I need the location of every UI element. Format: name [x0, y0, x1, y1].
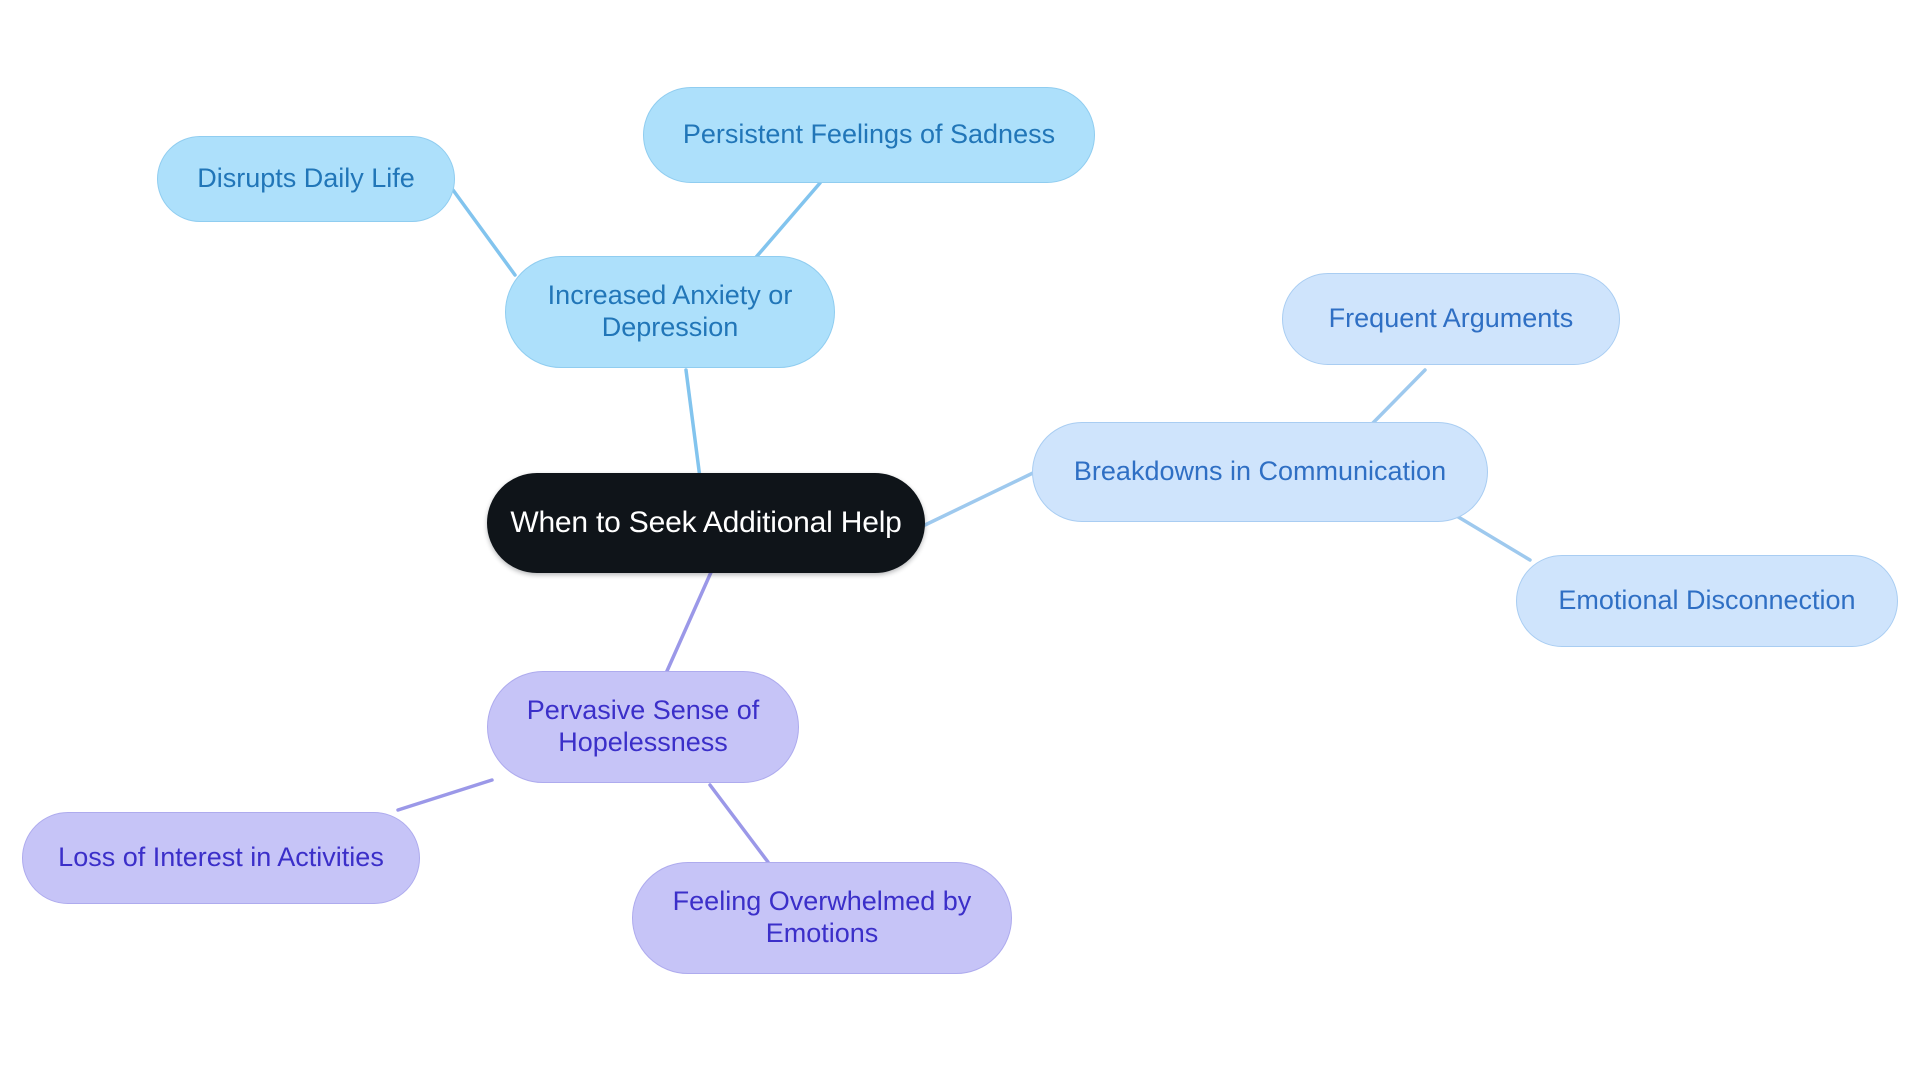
- mindmap-node-increased-anxiety-or-depression-label: Increased Anxiety or Depression: [547, 280, 793, 342]
- mindmap-node-disrupts-daily-life[interactable]: Disrupts Daily Life: [157, 136, 455, 222]
- mindmap-node-persistent-feelings-of-sadness-label: Persistent Feelings of Sadness: [682, 119, 1056, 150]
- mindmap-node-root-label: When to Seek Additional Help: [510, 506, 902, 540]
- mindmap-node-persistent-feelings-of-sadness[interactable]: Persistent Feelings of Sadness: [643, 87, 1095, 183]
- mindmap-node-loss-of-interest-in-activities[interactable]: Loss of Interest in Activities: [22, 812, 420, 904]
- edge-hopelessness-to-feeling-overwhelmed: [708, 783, 770, 864]
- mindmap-node-pervasive-sense-of-hopelessness[interactable]: Pervasive Sense of Hopelessness: [487, 671, 799, 783]
- mindmap-node-feeling-overwhelmed-by-emotions[interactable]: Feeling Overwhelmed by Emotions: [632, 862, 1012, 974]
- mindmap-node-breakdowns-in-communication[interactable]: Breakdowns in Communication: [1032, 422, 1488, 522]
- mindmap-canvas: When to Seek Additional Help Increased A…: [0, 0, 1920, 1083]
- mindmap-node-increased-anxiety-or-depression[interactable]: Increased Anxiety or Depression: [505, 256, 835, 368]
- mindmap-node-root[interactable]: When to Seek Additional Help: [487, 473, 925, 573]
- edge-root-to-anxiety: [684, 368, 702, 480]
- mindmap-node-loss-of-interest-in-activities-label: Loss of Interest in Activities: [58, 842, 384, 873]
- edge-hopelessness-to-loss-of-interest: [396, 778, 494, 812]
- mindmap-node-emotional-disconnection-label: Emotional Disconnection: [1558, 585, 1856, 616]
- mindmap-node-feeling-overwhelmed-by-emotions-label: Feeling Overwhelmed by Emotions: [672, 886, 972, 948]
- edge-root-to-hopelessness: [661, 568, 714, 682]
- edge-anxiety-to-disrupts-daily-life: [451, 188, 517, 277]
- mindmap-node-emotional-disconnection[interactable]: Emotional Disconnection: [1516, 555, 1898, 647]
- mindmap-node-pervasive-sense-of-hopelessness-label: Pervasive Sense of Hopelessness: [526, 695, 760, 757]
- edge-communication-to-frequent-arguments: [1366, 368, 1427, 430]
- edge-root-to-communication: [923, 470, 1037, 527]
- mindmap-node-frequent-arguments-label: Frequent Arguments: [1328, 303, 1574, 334]
- mindmap-node-breakdowns-in-communication-label: Breakdowns in Communication: [1073, 456, 1447, 487]
- mindmap-node-disrupts-daily-life-label: Disrupts Daily Life: [197, 163, 415, 194]
- mindmap-node-frequent-arguments[interactable]: Frequent Arguments: [1282, 273, 1620, 365]
